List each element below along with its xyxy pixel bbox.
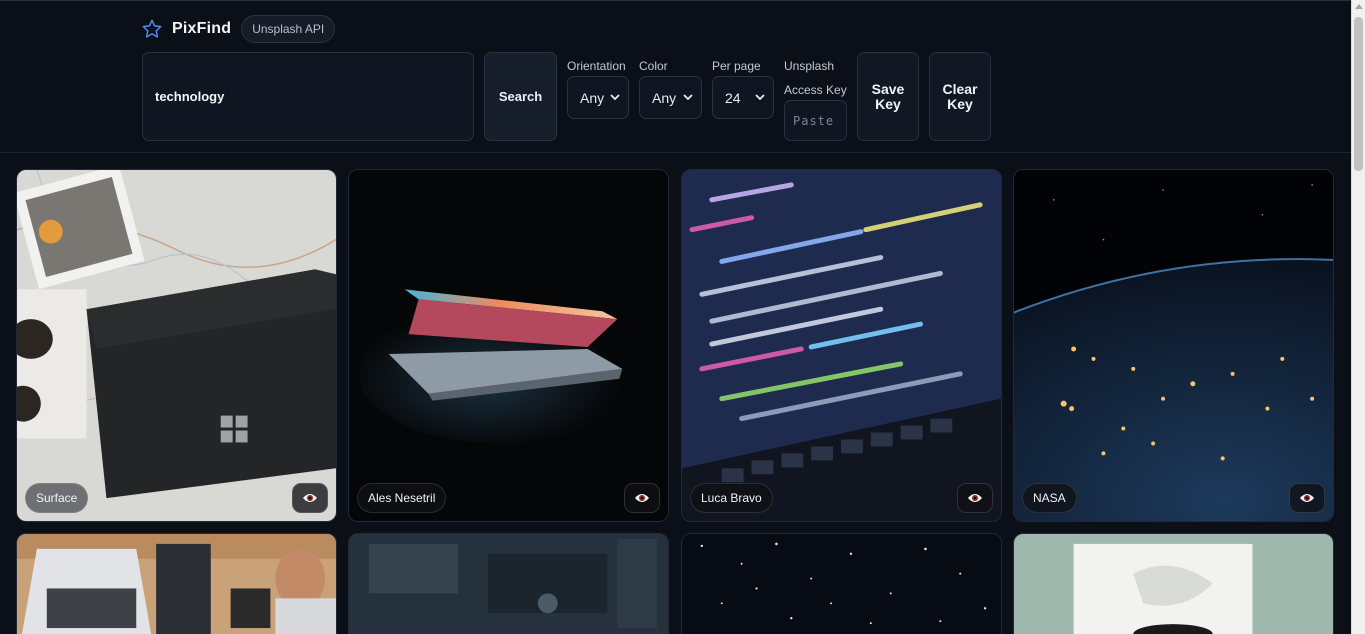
- photo-card[interactable]: Ales Nesetril: [348, 169, 669, 522]
- photo-credit[interactable]: Surface: [25, 483, 89, 513]
- orientation-select[interactable]: Any: [567, 76, 629, 119]
- color-label: Color: [639, 59, 668, 73]
- color-value: Any: [652, 89, 677, 106]
- save-key-button[interactable]: Save Key: [857, 52, 919, 141]
- photo-image: [682, 170, 1001, 521]
- photo-card[interactable]: [348, 533, 669, 634]
- eye-icon: [635, 494, 649, 502]
- per-page-value: 24: [725, 89, 741, 106]
- access-key-input[interactable]: [784, 100, 847, 141]
- access-key-label-line2: Access Key: [784, 83, 847, 97]
- photo-image: [682, 534, 1001, 634]
- search-input[interactable]: [142, 52, 474, 141]
- photo-image: [349, 170, 668, 521]
- view-photo-button[interactable]: [957, 483, 993, 513]
- star-icon: [142, 19, 162, 38]
- view-photo-button[interactable]: [624, 483, 660, 513]
- scrollbar-thumb[interactable]: [1354, 17, 1363, 171]
- photo-card[interactable]: [681, 533, 1002, 634]
- photo-image: [1014, 170, 1333, 521]
- per-page-label: Per page: [712, 59, 761, 73]
- photo-card[interactable]: Surface: [16, 169, 337, 522]
- chevron-down-icon: [683, 94, 693, 101]
- clear-key-button[interactable]: Clear Key: [929, 52, 991, 141]
- per-page-select[interactable]: 24: [712, 76, 774, 119]
- brand: PixFind Unsplash API: [141, 15, 336, 43]
- clear-key-label: Clear Key: [942, 80, 978, 112]
- photo-card[interactable]: NASA: [1013, 169, 1334, 522]
- access-key-label-line1: Unsplash: [784, 59, 835, 73]
- app-name: PixFind: [172, 20, 232, 37]
- photo-credit[interactable]: Luca Bravo: [690, 483, 773, 513]
- api-badge: Unsplash API: [241, 15, 336, 43]
- view-photo-button[interactable]: [292, 483, 328, 513]
- photo-credit[interactable]: NASA: [1022, 483, 1077, 513]
- chevron-down-icon: [610, 94, 620, 101]
- photo-image: [17, 170, 336, 521]
- photo-image: [17, 534, 336, 634]
- save-key-label: Save Key: [871, 80, 905, 112]
- photo-credit[interactable]: Ales Nesetril: [357, 483, 447, 513]
- photo-image: [349, 534, 668, 634]
- page-scrollbar[interactable]: [1351, 0, 1365, 634]
- eye-icon: [303, 494, 317, 502]
- eye-icon: [968, 494, 982, 502]
- eye-icon: [1300, 494, 1314, 502]
- orientation-label: Orientation: [567, 59, 626, 73]
- app-page: PixFind Unsplash API Search Orientation …: [0, 0, 1365, 634]
- orientation-value: Any: [580, 89, 605, 106]
- search-button[interactable]: Search: [484, 52, 557, 141]
- photo-card[interactable]: Luca Bravo: [681, 169, 1002, 522]
- top-bar: PixFind Unsplash API Search Orientation …: [0, 0, 1351, 153]
- chevron-down-icon: [755, 94, 765, 101]
- photo-card[interactable]: [1013, 533, 1334, 634]
- view-photo-button[interactable]: [1289, 483, 1325, 513]
- photo-card[interactable]: [16, 533, 337, 634]
- scroll-up-icon[interactable]: [1355, 4, 1363, 9]
- photo-image: [1014, 534, 1333, 634]
- color-select[interactable]: Any: [639, 76, 702, 119]
